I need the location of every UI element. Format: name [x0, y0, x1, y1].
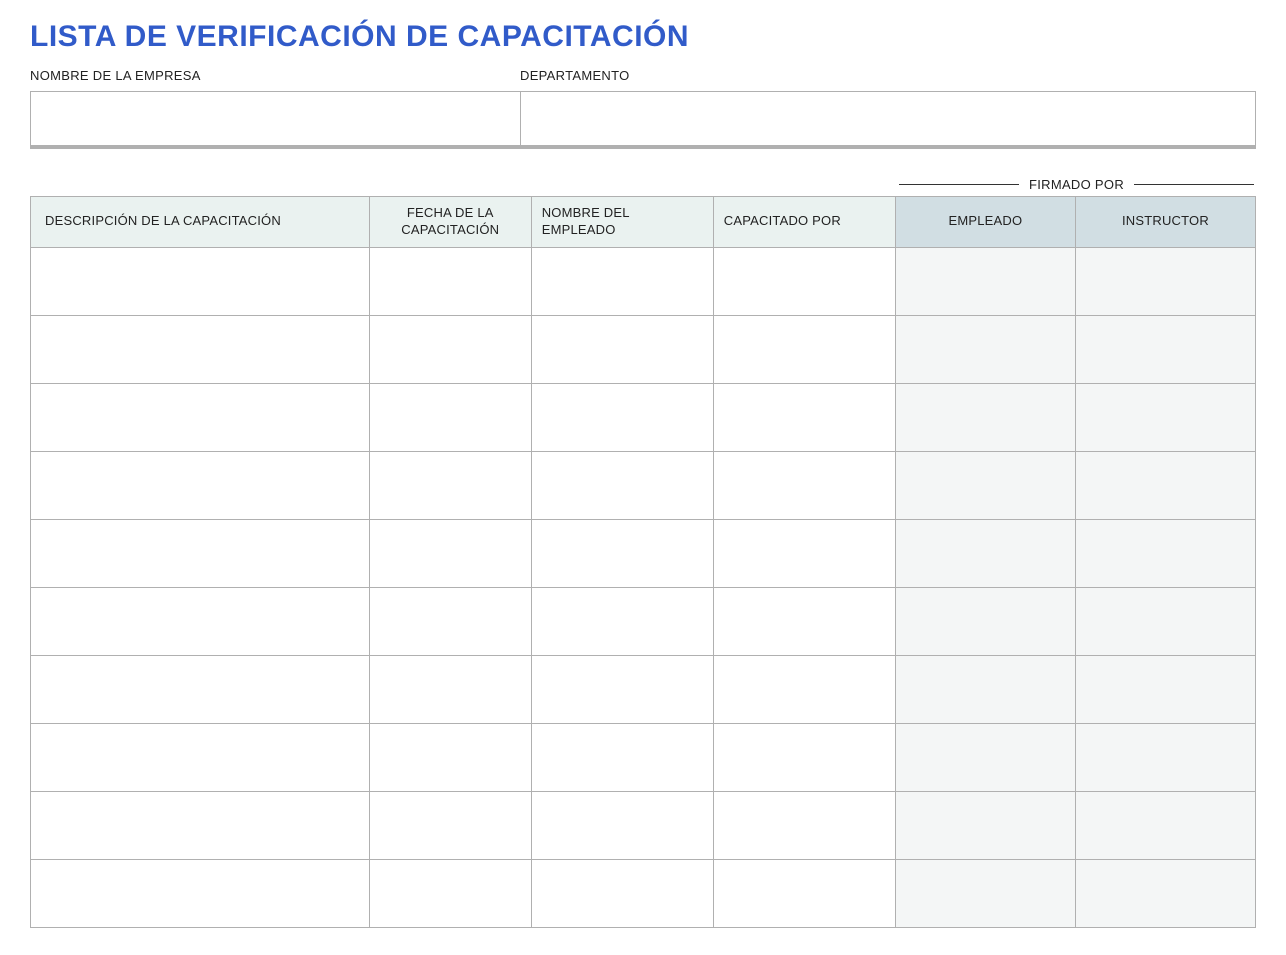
cell-description[interactable] — [31, 315, 370, 383]
table-row — [31, 383, 1256, 451]
cell-employee-name[interactable] — [531, 247, 713, 315]
signed-by-label: FIRMADO POR — [1029, 177, 1124, 192]
cell-instructor-sign[interactable] — [1075, 451, 1255, 519]
cell-trained-by[interactable] — [713, 791, 895, 859]
cell-description[interactable] — [31, 587, 370, 655]
cell-date[interactable] — [369, 247, 531, 315]
cell-description[interactable] — [31, 383, 370, 451]
header-description: DESCRIPCIÓN DE LA CAPACITACIÓN — [31, 197, 370, 248]
table-row — [31, 587, 1256, 655]
cell-trained-by[interactable] — [713, 587, 895, 655]
cell-description[interactable] — [31, 451, 370, 519]
department-input[interactable] — [521, 92, 1255, 145]
page-title: LISTA DE VERIFICACIÓN DE CAPACITACIÓN — [30, 20, 1256, 54]
cell-instructor-sign[interactable] — [1075, 859, 1255, 927]
table-row — [31, 791, 1256, 859]
cell-instructor-sign[interactable] — [1075, 723, 1255, 791]
cell-trained-by[interactable] — [713, 859, 895, 927]
table-row — [31, 247, 1256, 315]
header-date: FECHA DE LA CAPACITACIÓN — [369, 197, 531, 248]
cell-description[interactable] — [31, 519, 370, 587]
company-input[interactable] — [31, 92, 521, 145]
table-row — [31, 655, 1256, 723]
cell-employee-sign[interactable] — [895, 315, 1075, 383]
table-row — [31, 723, 1256, 791]
cell-trained-by[interactable] — [713, 655, 895, 723]
cell-date[interactable] — [369, 859, 531, 927]
cell-employee-sign[interactable] — [895, 451, 1075, 519]
cell-employee-name[interactable] — [531, 383, 713, 451]
cell-instructor-sign[interactable] — [1075, 519, 1255, 587]
cell-instructor-sign[interactable] — [1075, 315, 1255, 383]
company-label: NOMBRE DE LA EMPRESA — [30, 68, 520, 85]
cell-employee-name[interactable] — [531, 587, 713, 655]
cell-employee-sign[interactable] — [895, 723, 1075, 791]
table-row — [31, 315, 1256, 383]
header-employee-name: NOMBRE DEL EMPLEADO — [531, 197, 713, 248]
info-labels-row: NOMBRE DE LA EMPRESA DEPARTAMENTO — [30, 68, 1256, 85]
cell-date[interactable] — [369, 791, 531, 859]
cell-date[interactable] — [369, 655, 531, 723]
cell-employee-sign[interactable] — [895, 247, 1075, 315]
cell-date[interactable] — [369, 315, 531, 383]
cell-description[interactable] — [31, 655, 370, 723]
divider-line — [1134, 184, 1254, 185]
cell-employee-sign[interactable] — [895, 519, 1075, 587]
table-row — [31, 859, 1256, 927]
cell-trained-by[interactable] — [713, 519, 895, 587]
cell-instructor-sign[interactable] — [1075, 791, 1255, 859]
header-trained-by: CAPACITADO POR — [713, 197, 895, 248]
cell-description[interactable] — [31, 791, 370, 859]
cell-employee-sign[interactable] — [895, 383, 1075, 451]
cell-date[interactable] — [369, 383, 531, 451]
cell-employee-name[interactable] — [531, 315, 713, 383]
cell-employee-name[interactable] — [531, 655, 713, 723]
cell-employee-name[interactable] — [531, 451, 713, 519]
cell-description[interactable] — [31, 723, 370, 791]
cell-employee-sign[interactable] — [895, 859, 1075, 927]
header-employee-sign: EMPLEADO — [895, 197, 1075, 248]
cell-employee-sign[interactable] — [895, 587, 1075, 655]
cell-description[interactable] — [31, 247, 370, 315]
cell-trained-by[interactable] — [713, 723, 895, 791]
cell-date[interactable] — [369, 723, 531, 791]
cell-date[interactable] — [369, 519, 531, 587]
cell-date[interactable] — [369, 451, 531, 519]
cell-employee-sign[interactable] — [895, 791, 1075, 859]
header-instructor-sign: INSTRUCTOR — [1075, 197, 1255, 248]
cell-instructor-sign[interactable] — [1075, 247, 1255, 315]
cell-description[interactable] — [31, 859, 370, 927]
cell-trained-by[interactable] — [713, 451, 895, 519]
cell-instructor-sign[interactable] — [1075, 655, 1255, 723]
cell-employee-name[interactable] — [531, 519, 713, 587]
department-label: DEPARTAMENTO — [520, 68, 1256, 85]
cell-employee-name[interactable] — [531, 859, 713, 927]
cell-employee-sign[interactable] — [895, 655, 1075, 723]
divider-line — [899, 184, 1019, 185]
table-row — [31, 519, 1256, 587]
cell-instructor-sign[interactable] — [1075, 383, 1255, 451]
cell-date[interactable] — [369, 587, 531, 655]
table-header-row: DESCRIPCIÓN DE LA CAPACITACIÓN FECHA DE … — [31, 197, 1256, 248]
signed-by-row: FIRMADO POR — [30, 177, 1256, 192]
table-row — [31, 451, 1256, 519]
info-boxes — [30, 91, 1256, 149]
cell-employee-name[interactable] — [531, 791, 713, 859]
training-table: DESCRIPCIÓN DE LA CAPACITACIÓN FECHA DE … — [30, 196, 1256, 928]
cell-trained-by[interactable] — [713, 383, 895, 451]
cell-employee-name[interactable] — [531, 723, 713, 791]
cell-trained-by[interactable] — [713, 315, 895, 383]
cell-trained-by[interactable] — [713, 247, 895, 315]
cell-instructor-sign[interactable] — [1075, 587, 1255, 655]
